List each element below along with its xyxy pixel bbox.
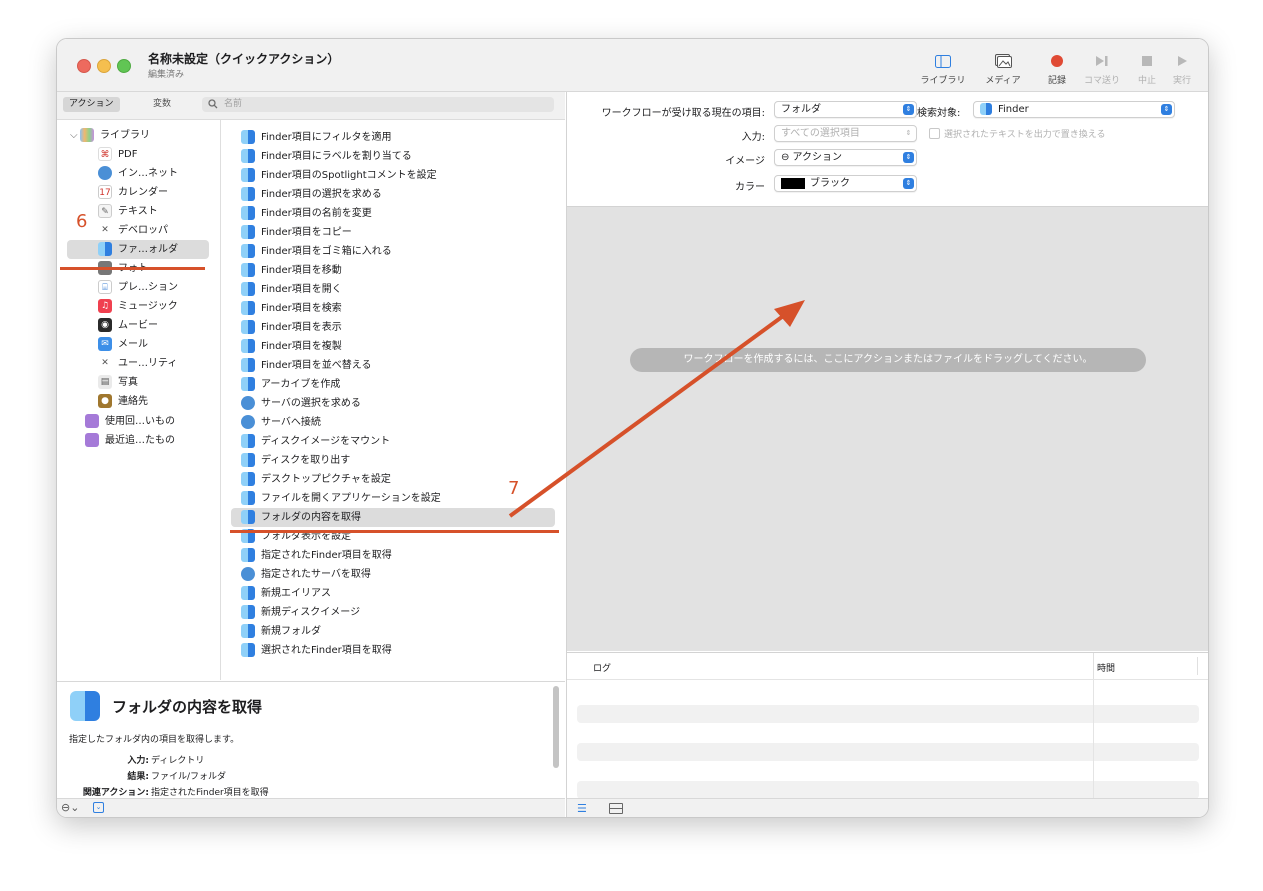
arrow-shaft (508, 309, 792, 518)
annotation-arrow (508, 300, 805, 518)
arrow-head (774, 300, 805, 327)
